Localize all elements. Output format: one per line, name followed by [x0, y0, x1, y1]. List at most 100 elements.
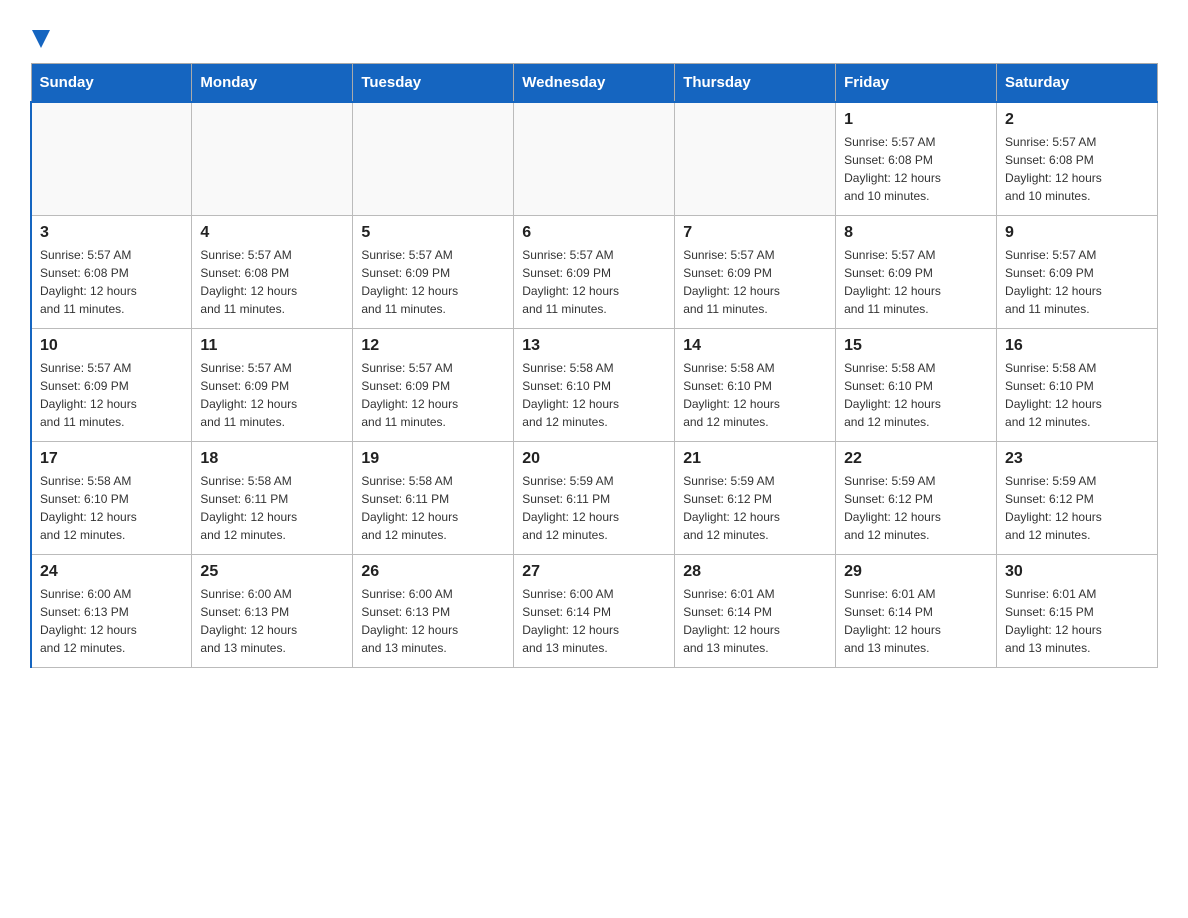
calendar-week-row: 17 Sunrise: 5:58 AM Sunset: 6:10 PM Dayli… [31, 442, 1158, 555]
calendar-day-cell [675, 102, 836, 216]
day-info: Sunrise: 5:59 AM Sunset: 6:12 PM Dayligh… [844, 472, 988, 544]
day-number: 20 [522, 450, 666, 468]
day-number: 8 [844, 224, 988, 242]
weekday-header-monday: Monday [192, 64, 353, 103]
day-number: 18 [200, 450, 344, 468]
calendar-day-cell [353, 102, 514, 216]
day-number: 22 [844, 450, 988, 468]
weekday-header-saturday: Saturday [997, 64, 1158, 103]
day-info: Sunrise: 6:00 AM Sunset: 6:13 PM Dayligh… [200, 585, 344, 657]
day-number: 23 [1005, 450, 1149, 468]
day-info: Sunrise: 5:57 AM Sunset: 6:09 PM Dayligh… [522, 246, 666, 318]
weekday-header-thursday: Thursday [675, 64, 836, 103]
calendar-week-row: 24 Sunrise: 6:00 AM Sunset: 6:13 PM Dayli… [31, 555, 1158, 668]
day-info: Sunrise: 6:01 AM Sunset: 6:14 PM Dayligh… [844, 585, 988, 657]
calendar-day-cell: 3 Sunrise: 5:57 AM Sunset: 6:08 PM Daylig… [31, 216, 192, 329]
calendar-day-cell: 26 Sunrise: 6:00 AM Sunset: 6:13 PM Dayli… [353, 555, 514, 668]
day-number: 4 [200, 224, 344, 242]
day-number: 1 [844, 111, 988, 129]
calendar-day-cell [192, 102, 353, 216]
calendar-day-cell: 13Sunrise: 5:58 AM Sunset: 6:10 PM Dayli… [514, 329, 675, 442]
day-info: Sunrise: 5:57 AM Sunset: 6:09 PM Dayligh… [40, 359, 183, 431]
calendar-week-row: 10 Sunrise: 5:57 AM Sunset: 6:09 PM Dayli… [31, 329, 1158, 442]
day-number: 28 [683, 563, 827, 581]
calendar-day-cell: 2 Sunrise: 5:57 AM Sunset: 6:08 PM Daylig… [997, 102, 1158, 216]
day-number: 19 [361, 450, 505, 468]
day-number: 10 [40, 337, 183, 355]
calendar-day-cell: 1 Sunrise: 5:57 AM Sunset: 6:08 PM Daylig… [836, 102, 997, 216]
calendar-day-cell: 19 Sunrise: 5:58 AM Sunset: 6:11 PM Dayli… [353, 442, 514, 555]
day-info: Sunrise: 5:58 AM Sunset: 6:10 PM Dayligh… [844, 359, 988, 431]
day-info: Sunrise: 5:57 AM Sunset: 6:09 PM Dayligh… [200, 359, 344, 431]
calendar-day-cell: 24Sunrise: 6:00 AM Sunset: 6:13 PM Dayli… [31, 555, 192, 668]
day-number: 7 [683, 224, 827, 242]
day-number: 30 [1005, 563, 1149, 581]
day-info: Sunrise: 5:57 AM Sunset: 6:08 PM Dayligh… [200, 246, 344, 318]
day-info: Sunrise: 5:58 AM Sunset: 6:10 PM Dayligh… [1005, 359, 1149, 431]
calendar-day-cell: 15Sunrise: 5:58 AM Sunset: 6:10 PM Dayli… [836, 329, 997, 442]
calendar-day-cell: 7Sunrise: 5:57 AM Sunset: 6:09 PM Daylig… [675, 216, 836, 329]
calendar-day-cell [31, 102, 192, 216]
day-info: Sunrise: 5:58 AM Sunset: 6:11 PM Dayligh… [361, 472, 505, 544]
calendar-week-row: 3 Sunrise: 5:57 AM Sunset: 6:08 PM Daylig… [31, 216, 1158, 329]
day-number: 6 [522, 224, 666, 242]
calendar-day-cell: 29 Sunrise: 6:01 AM Sunset: 6:14 PM Dayli… [836, 555, 997, 668]
day-number: 17 [40, 450, 183, 468]
day-info: Sunrise: 5:58 AM Sunset: 6:10 PM Dayligh… [522, 359, 666, 431]
calendar-day-cell: 17 Sunrise: 5:58 AM Sunset: 6:10 PM Dayli… [31, 442, 192, 555]
calendar-day-cell: 4 Sunrise: 5:57 AM Sunset: 6:08 PM Daylig… [192, 216, 353, 329]
weekday-header-tuesday: Tuesday [353, 64, 514, 103]
calendar-day-cell: 12 Sunrise: 5:57 AM Sunset: 6:09 PM Dayli… [353, 329, 514, 442]
day-number: 3 [40, 224, 183, 242]
day-info: Sunrise: 5:59 AM Sunset: 6:11 PM Dayligh… [522, 472, 666, 544]
calendar-day-cell: 11 Sunrise: 5:57 AM Sunset: 6:09 PM Dayli… [192, 329, 353, 442]
day-number: 25 [200, 563, 344, 581]
day-number: 14 [683, 337, 827, 355]
day-number: 27 [522, 563, 666, 581]
weekday-header-row: SundayMondayTuesdayWednesdayThursdayFrid… [31, 64, 1158, 103]
calendar-day-cell [514, 102, 675, 216]
day-info: Sunrise: 5:59 AM Sunset: 6:12 PM Dayligh… [1005, 472, 1149, 544]
day-info: Sunrise: 5:58 AM Sunset: 6:10 PM Dayligh… [683, 359, 827, 431]
day-info: Sunrise: 6:00 AM Sunset: 6:13 PM Dayligh… [361, 585, 505, 657]
day-number: 9 [1005, 224, 1149, 242]
day-info: Sunrise: 5:57 AM Sunset: 6:09 PM Dayligh… [844, 246, 988, 318]
calendar-day-cell: 8 Sunrise: 5:57 AM Sunset: 6:09 PM Daylig… [836, 216, 997, 329]
day-info: Sunrise: 5:57 AM Sunset: 6:08 PM Dayligh… [40, 246, 183, 318]
calendar-day-cell: 22 Sunrise: 5:59 AM Sunset: 6:12 PM Dayli… [836, 442, 997, 555]
day-info: Sunrise: 5:58 AM Sunset: 6:11 PM Dayligh… [200, 472, 344, 544]
weekday-header-sunday: Sunday [31, 64, 192, 103]
day-info: Sunrise: 5:57 AM Sunset: 6:08 PM Dayligh… [1005, 133, 1149, 205]
day-info: Sunrise: 5:59 AM Sunset: 6:12 PM Dayligh… [683, 472, 827, 544]
calendar-day-cell: 9 Sunrise: 5:57 AM Sunset: 6:09 PM Daylig… [997, 216, 1158, 329]
calendar-day-cell: 28 Sunrise: 6:01 AM Sunset: 6:14 PM Dayli… [675, 555, 836, 668]
calendar-day-cell: 14 Sunrise: 5:58 AM Sunset: 6:10 PM Dayli… [675, 329, 836, 442]
day-number: 2 [1005, 111, 1149, 129]
day-number: 24 [40, 563, 183, 581]
day-number: 26 [361, 563, 505, 581]
day-info: Sunrise: 5:57 AM Sunset: 6:09 PM Dayligh… [1005, 246, 1149, 318]
weekday-header-wednesday: Wednesday [514, 64, 675, 103]
calendar-day-cell: 27 Sunrise: 6:00 AM Sunset: 6:14 PM Dayli… [514, 555, 675, 668]
day-info: Sunrise: 5:57 AM Sunset: 6:09 PM Dayligh… [361, 359, 505, 431]
calendar-day-cell: 20 Sunrise: 5:59 AM Sunset: 6:11 PM Dayli… [514, 442, 675, 555]
calendar-day-cell: 16Sunrise: 5:58 AM Sunset: 6:10 PM Dayli… [997, 329, 1158, 442]
day-number: 5 [361, 224, 505, 242]
day-info: Sunrise: 6:01 AM Sunset: 6:15 PM Dayligh… [1005, 585, 1149, 657]
day-number: 12 [361, 337, 505, 355]
calendar-day-cell: 5 Sunrise: 5:57 AM Sunset: 6:09 PM Daylig… [353, 216, 514, 329]
day-info: Sunrise: 5:58 AM Sunset: 6:10 PM Dayligh… [40, 472, 183, 544]
calendar-day-cell: 6 Sunrise: 5:57 AM Sunset: 6:09 PM Daylig… [514, 216, 675, 329]
day-number: 11 [200, 337, 344, 355]
day-info: Sunrise: 5:57 AM Sunset: 6:09 PM Dayligh… [361, 246, 505, 318]
day-info: Sunrise: 5:57 AM Sunset: 6:08 PM Dayligh… [844, 133, 988, 205]
day-number: 29 [844, 563, 988, 581]
day-info: Sunrise: 6:01 AM Sunset: 6:14 PM Dayligh… [683, 585, 827, 657]
day-info: Sunrise: 6:00 AM Sunset: 6:14 PM Dayligh… [522, 585, 666, 657]
logo [30, 30, 50, 53]
calendar-day-cell: 23 Sunrise: 5:59 AM Sunset: 6:12 PM Dayli… [997, 442, 1158, 555]
calendar-week-row: 1 Sunrise: 5:57 AM Sunset: 6:08 PM Daylig… [31, 102, 1158, 216]
calendar-day-cell: 25 Sunrise: 6:00 AM Sunset: 6:13 PM Dayli… [192, 555, 353, 668]
weekday-header-friday: Friday [836, 64, 997, 103]
day-number: 21 [683, 450, 827, 468]
